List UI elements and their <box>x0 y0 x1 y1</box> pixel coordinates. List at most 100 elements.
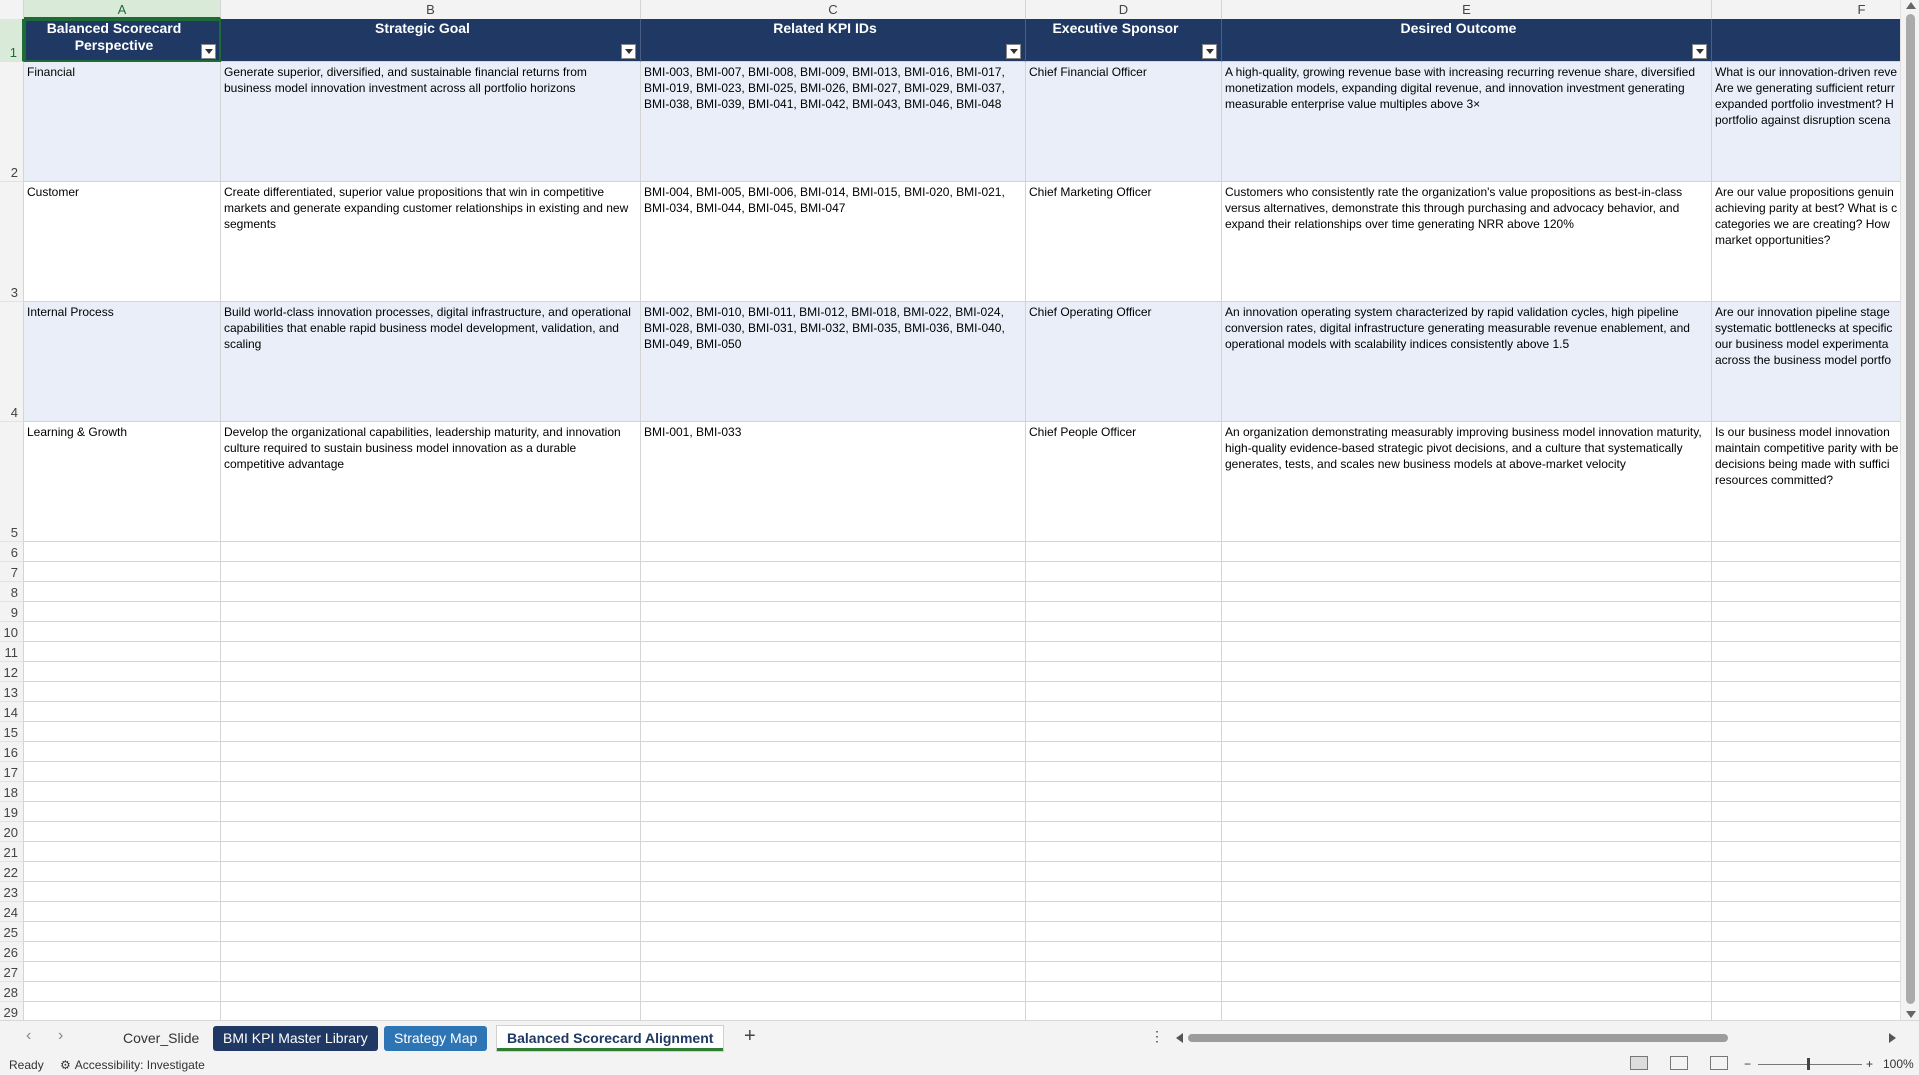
empty-cell[interactable] <box>1222 622 1712 642</box>
empty-cell[interactable] <box>24 862 221 882</box>
cell-goal[interactable]: Build world-class innovation processes, … <box>221 302 641 422</box>
empty-cell[interactable] <box>1712 702 1900 722</box>
row-header-2[interactable]: 2 <box>0 62 24 182</box>
cell-outcome[interactable]: An organization demonstrating measurably… <box>1222 422 1712 542</box>
empty-cell[interactable] <box>24 962 221 982</box>
spreadsheet-grid[interactable]: A B C D E F 1 2 3 4 5 6 7 8 9 10 11 12 13 14 15 16… <box>0 0 1900 1020</box>
empty-cell[interactable] <box>1712 562 1900 582</box>
empty-cell[interactable] <box>1222 902 1712 922</box>
cell-perspective[interactable]: Customer <box>24 182 221 302</box>
empty-cell[interactable] <box>24 762 221 782</box>
row-header-13[interactable]: 13 <box>0 682 24 702</box>
empty-cell[interactable] <box>1026 962 1222 982</box>
row-header-23[interactable]: 23 <box>0 882 24 902</box>
row-header-5[interactable]: 5 <box>0 422 24 542</box>
empty-cell[interactable] <box>24 602 221 622</box>
empty-cell[interactable] <box>641 842 1026 862</box>
header-cell-questions[interactable]: E <box>1712 19 1900 62</box>
empty-cell[interactable] <box>1222 702 1712 722</box>
empty-cell[interactable] <box>1222 602 1712 622</box>
empty-cell[interactable] <box>1222 722 1712 742</box>
row-header-22[interactable]: 22 <box>0 862 24 882</box>
empty-cell[interactable] <box>1712 662 1900 682</box>
empty-cell[interactable] <box>1712 862 1900 882</box>
empty-cell[interactable] <box>641 922 1026 942</box>
vertical-scrollbar[interactable] <box>1900 0 1919 1020</box>
empty-cell[interactable] <box>24 542 221 562</box>
empty-cell[interactable] <box>221 682 641 702</box>
empty-cell[interactable] <box>1712 602 1900 622</box>
zoom-level[interactable]: 100% <box>1883 1057 1914 1071</box>
empty-cell[interactable] <box>24 562 221 582</box>
empty-cell[interactable] <box>24 742 221 762</box>
empty-cell[interactable] <box>1026 682 1222 702</box>
empty-cell[interactable] <box>641 862 1026 882</box>
empty-cell[interactable] <box>1712 822 1900 842</box>
row-header-9[interactable]: 9 <box>0 602 24 622</box>
tab-scroll-left-icon[interactable]: ‹ <box>26 1027 31 1045</box>
empty-cell[interactable] <box>24 702 221 722</box>
row-header-7[interactable]: 7 <box>0 562 24 582</box>
empty-cell[interactable] <box>1222 682 1712 702</box>
empty-cell[interactable] <box>24 922 221 942</box>
empty-cell[interactable] <box>641 962 1026 982</box>
cell-perspective[interactable]: Internal Process <box>24 302 221 422</box>
empty-cell[interactable] <box>1026 942 1222 962</box>
cell-questions[interactable]: Are our innovation pipeline stage system… <box>1712 302 1900 422</box>
empty-cell[interactable] <box>641 822 1026 842</box>
empty-cell[interactable] <box>1026 1002 1222 1020</box>
filter-dropdown-icon[interactable] <box>1692 44 1707 59</box>
zoom-slider[interactable] <box>1758 1064 1862 1065</box>
accessibility-status[interactable]: ⚙ Accessibility: Investigate <box>60 1058 205 1072</box>
empty-cell[interactable] <box>24 1002 221 1020</box>
empty-cell[interactable] <box>1222 582 1712 602</box>
column-header-c[interactable]: C <box>641 0 1026 19</box>
header-cell-perspective[interactable]: Balanced Scorecard Perspective <box>24 19 221 62</box>
row-header-27[interactable]: 27 <box>0 962 24 982</box>
row-header-19[interactable]: 19 <box>0 802 24 822</box>
empty-cell[interactable] <box>641 1002 1026 1020</box>
cell-outcome[interactable]: Customers who consistently rate the orga… <box>1222 182 1712 302</box>
empty-cell[interactable] <box>221 922 641 942</box>
empty-cell[interactable] <box>1712 842 1900 862</box>
page-break-view-icon[interactable] <box>1710 1056 1728 1070</box>
empty-cell[interactable] <box>24 822 221 842</box>
row-header-20[interactable]: 20 <box>0 822 24 842</box>
empty-cell[interactable] <box>1712 1002 1900 1020</box>
empty-cell[interactable] <box>221 642 641 662</box>
empty-cell[interactable] <box>1712 682 1900 702</box>
empty-cell[interactable] <box>1026 762 1222 782</box>
empty-cell[interactable] <box>1026 722 1222 742</box>
tab-balanced-scorecard-alignment[interactable]: Balanced Scorecard Alignment <box>497 1026 724 1051</box>
cell-sponsor[interactable]: Chief People Officer <box>1026 422 1222 542</box>
row-header-17[interactable]: 17 <box>0 762 24 782</box>
column-header-d[interactable]: D <box>1026 0 1222 19</box>
empty-cell[interactable] <box>641 602 1026 622</box>
empty-cell[interactable] <box>641 562 1026 582</box>
empty-cell[interactable] <box>1222 842 1712 862</box>
column-header-e[interactable]: E <box>1222 0 1712 19</box>
cell-perspective[interactable]: Financial <box>24 62 221 182</box>
empty-cell[interactable] <box>1026 702 1222 722</box>
empty-cell[interactable] <box>641 982 1026 1002</box>
empty-cell[interactable] <box>221 662 641 682</box>
cell-outcome[interactable]: A high-quality, growing revenue base wit… <box>1222 62 1712 182</box>
empty-cell[interactable] <box>641 762 1026 782</box>
empty-cell[interactable] <box>1712 742 1900 762</box>
empty-cell[interactable] <box>221 862 641 882</box>
add-sheet-button[interactable]: + <box>744 1025 756 1048</box>
empty-cell[interactable] <box>1222 942 1712 962</box>
empty-cell[interactable] <box>221 602 641 622</box>
empty-cell[interactable] <box>1712 902 1900 922</box>
empty-cell[interactable] <box>1712 982 1900 1002</box>
cell-questions[interactable]: Is our business model innovation maintai… <box>1712 422 1900 542</box>
zoom-in-button[interactable]: + <box>1866 1057 1873 1071</box>
empty-cell[interactable] <box>1222 1002 1712 1020</box>
empty-cell[interactable] <box>24 882 221 902</box>
scroll-up-icon[interactable] <box>1906 2 1916 9</box>
empty-cell[interactable] <box>1026 982 1222 1002</box>
empty-cell[interactable] <box>1222 922 1712 942</box>
empty-cell[interactable] <box>1222 802 1712 822</box>
empty-cell[interactable] <box>1712 782 1900 802</box>
empty-cell[interactable] <box>1712 642 1900 662</box>
